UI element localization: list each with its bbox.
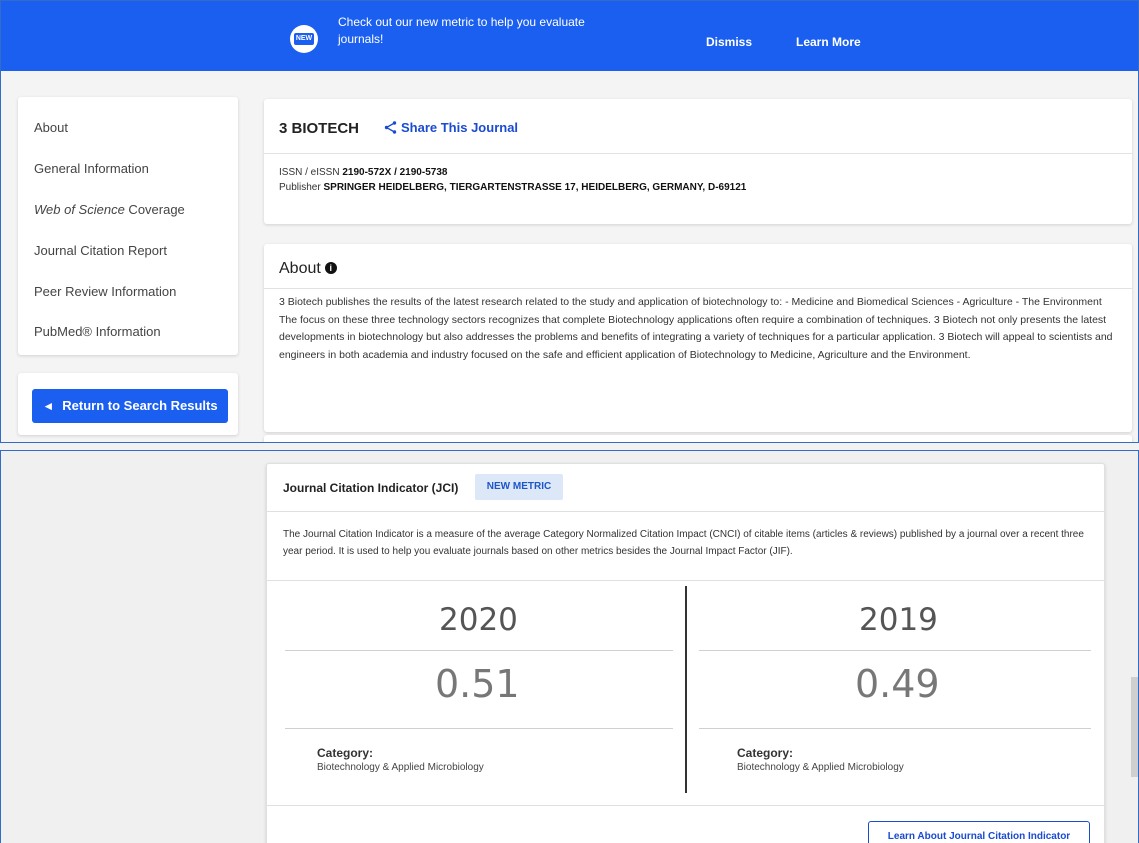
- divider: [264, 288, 1132, 289]
- info-icon[interactable]: i: [324, 262, 337, 274]
- sidebar-item-web-of-science-coverage[interactable]: Web of Science Coverage: [34, 202, 185, 217]
- category-value: Biotechnology & Applied Microbiology: [737, 762, 904, 773]
- journal-header-card: 3 BIOTECH Share This Journal ISSN / eISS…: [264, 99, 1132, 224]
- new-icon: NEW: [290, 25, 318, 53]
- about-description: 3 Biotech publishes the results of the l…: [279, 296, 1113, 361]
- jci-value-2019: 0.49: [855, 662, 940, 706]
- jci-value-2020: 0.51: [435, 662, 520, 706]
- jci-year-2020: 2020: [439, 602, 518, 638]
- return-to-search-results-button[interactable]: ◄ Return to Search Results: [32, 389, 228, 423]
- issn-line: ISSN / eISSN 2190-572X / 2190-5738: [279, 167, 448, 178]
- divider: [267, 511, 1104, 512]
- learn-more-button[interactable]: Learn More: [796, 35, 861, 49]
- dismiss-button[interactable]: Dismiss: [706, 35, 752, 49]
- new-metric-banner: NEW Check out our new metric to help you…: [1, 1, 1138, 71]
- publisher-value: SPRINGER HEIDELBERG, TIERGARTENSTRASSE 1…: [323, 182, 747, 193]
- sidebar-item-about[interactable]: About: [34, 120, 68, 135]
- about-card: About i 3 Biotech publishes the results o…: [264, 244, 1132, 432]
- category-label: Category:: [737, 746, 794, 760]
- sidebar-item-general-information[interactable]: General Information: [34, 161, 149, 176]
- divider: [267, 580, 1104, 581]
- divider: [285, 650, 673, 651]
- sidebar-item-peer-review-information[interactable]: Peer Review Information: [34, 284, 176, 299]
- sidebar-nav: About General Information Web of Science…: [18, 97, 238, 355]
- jci-description: The Journal Citation Indicator is a meas…: [283, 529, 1084, 557]
- bottom-screenshot-frame: Journal Citation Indicator (JCI) NEW MET…: [0, 450, 1139, 843]
- back-arrow-icon: ◄: [42, 399, 55, 413]
- jci-card: Journal Citation Indicator (JCI) NEW MET…: [266, 463, 1105, 843]
- sidebar-item-label-italic: Web of Science: [34, 202, 125, 217]
- about-heading: About i: [279, 260, 337, 278]
- top-screenshot-frame: NEW Check out our new metric to help you…: [0, 0, 1139, 443]
- column-divider: [685, 586, 687, 793]
- jci-title: Journal Citation Indicator (JCI): [283, 481, 459, 495]
- divider: [285, 728, 673, 729]
- category-label: Category:: [317, 746, 374, 760]
- sidebar-item-label: Coverage: [124, 202, 185, 217]
- category-value: Biotechnology & Applied Microbiology: [317, 762, 484, 773]
- banner-message: Check out our new metric to help you eva…: [338, 15, 585, 46]
- share-icon: [384, 121, 397, 134]
- divider: [267, 805, 1104, 806]
- issn-value: 2190-572X / 2190-5738: [342, 167, 448, 178]
- journal-title: 3 BIOTECH: [279, 120, 360, 137]
- next-section-card: [264, 435, 1132, 442]
- new-metric-badge: NEW METRIC: [475, 474, 563, 500]
- learn-about-jci-button[interactable]: Learn About Journal Citation Indicator: [868, 821, 1090, 843]
- divider: [264, 153, 1132, 154]
- sidebar-item-pubmed-information[interactable]: PubMed® Information: [34, 324, 161, 339]
- return-panel: ◄ Return to Search Results: [18, 373, 238, 435]
- sidebar-item-journal-citation-report[interactable]: Journal Citation Report: [34, 243, 167, 258]
- publisher-line: Publisher SPRINGER HEIDELBERG, TIERGARTE…: [279, 182, 747, 193]
- jci-year-2019: 2019: [859, 602, 938, 638]
- share-journal-link[interactable]: Share This Journal: [384, 120, 518, 135]
- divider: [699, 650, 1091, 651]
- divider: [699, 728, 1091, 729]
- scrollbar-thumb[interactable]: [1131, 677, 1138, 777]
